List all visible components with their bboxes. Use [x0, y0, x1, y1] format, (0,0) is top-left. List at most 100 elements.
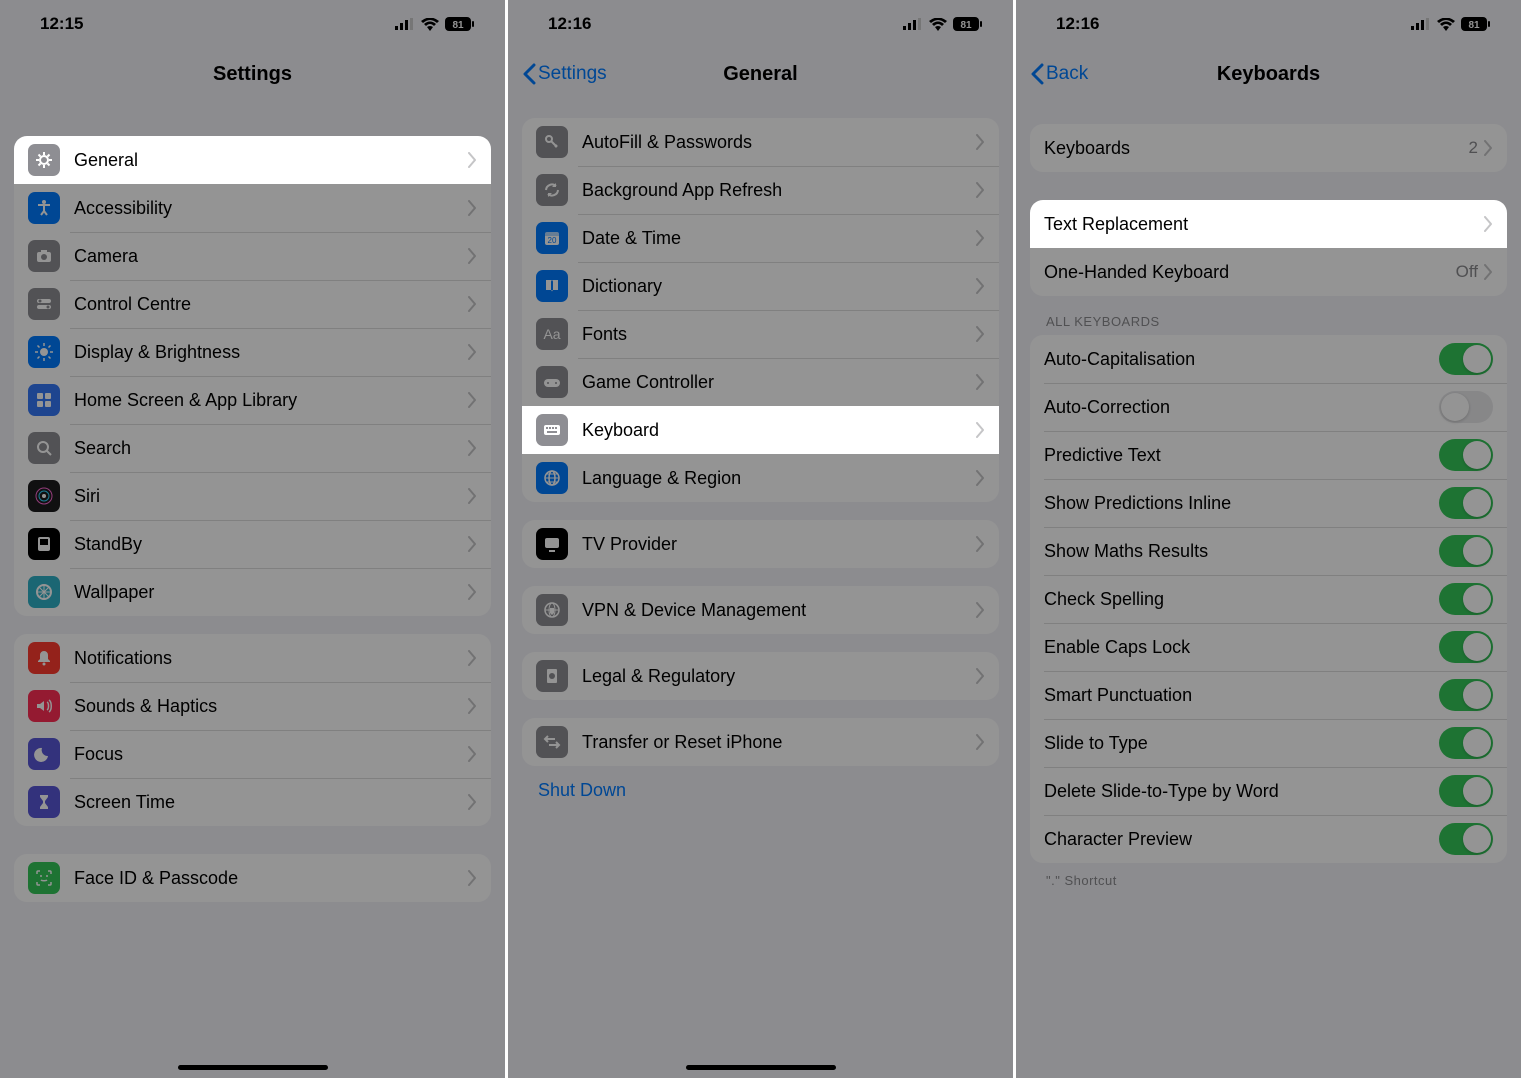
chevron-right-icon	[976, 278, 985, 294]
row-check-spelling: Check Spelling	[1030, 575, 1507, 623]
svg-text:20: 20	[548, 236, 557, 245]
row-label: General	[74, 150, 468, 171]
shortcut-hint: "." Shortcut	[1030, 863, 1507, 894]
row-character-preview: Character Preview	[1030, 815, 1507, 863]
navbar: Settings	[0, 48, 505, 100]
row-background-app-refresh[interactable]: Background App Refresh	[522, 166, 999, 214]
row-one-handed-keyboard[interactable]: One-Handed KeyboardOff	[1030, 248, 1507, 296]
row-notifications[interactable]: Notifications	[14, 634, 491, 682]
toggle-enable-caps-lock[interactable]	[1439, 631, 1493, 663]
chevron-right-icon	[468, 440, 477, 456]
row-label: Background App Refresh	[582, 180, 976, 201]
row-transfer-or-reset-iphone[interactable]: Transfer or Reset iPhone	[522, 718, 999, 766]
row-date-time[interactable]: 20Date & Time	[522, 214, 999, 262]
row-label: One-Handed Keyboard	[1044, 262, 1456, 283]
row-label: Delete Slide-to-Type by Word	[1044, 781, 1439, 802]
row-language-region[interactable]: Language & Region	[522, 454, 999, 502]
row-fonts[interactable]: Aa Fonts	[522, 310, 999, 358]
globe-icon	[536, 462, 568, 494]
row-legal-regulatory[interactable]: Legal & Regulatory	[522, 652, 999, 700]
row-enable-caps-lock: Enable Caps Lock	[1030, 623, 1507, 671]
row-label: Auto-Correction	[1044, 397, 1439, 418]
toggle-auto-correction[interactable]	[1439, 391, 1493, 423]
row-keyboards[interactable]: Keyboards2	[1030, 124, 1507, 172]
row-control-centre[interactable]: Control Centre	[14, 280, 491, 328]
refresh-icon	[536, 174, 568, 206]
toggle-character-preview[interactable]	[1439, 823, 1493, 855]
chevron-right-icon	[1484, 264, 1493, 280]
toggle-check-spelling[interactable]	[1439, 583, 1493, 615]
gear-icon	[28, 144, 60, 176]
row-label: Text Replacement	[1044, 214, 1484, 235]
chevron-right-icon	[976, 326, 985, 342]
switches-icon	[28, 288, 60, 320]
status-icons: 81	[395, 17, 475, 31]
row-label: Keyboards	[1044, 138, 1469, 159]
row-vpn-device-management[interactable]: VPN & Device Management	[522, 586, 999, 634]
back-button[interactable]: Settings	[522, 63, 607, 85]
status-icons: 81	[903, 17, 983, 31]
toggle-show-predictions-inline[interactable]	[1439, 487, 1493, 519]
content-area[interactable]: Keyboards2 Text Replacement One-Handed Ke…	[1016, 100, 1521, 1078]
toggle-smart-punctuation[interactable]	[1439, 679, 1493, 711]
row-search[interactable]: Search	[14, 424, 491, 472]
row-siri[interactable]: Siri	[14, 472, 491, 520]
home-indicator[interactable]	[178, 1065, 328, 1070]
row-label: Screen Time	[74, 792, 468, 813]
row-label: Notifications	[74, 648, 468, 669]
row-tv-provider[interactable]: TV Provider	[522, 520, 999, 568]
row-label: TV Provider	[582, 534, 976, 555]
chevron-right-icon	[468, 152, 477, 168]
row-camera[interactable]: Camera	[14, 232, 491, 280]
back-button[interactable]: Back	[1030, 63, 1088, 85]
row-focus[interactable]: Focus	[14, 730, 491, 778]
phone-settings: 12:15 81 Settings GeneralAccessibilityCa…	[0, 0, 508, 1078]
row-screen-time[interactable]: Screen Time	[14, 778, 491, 826]
row-keyboard[interactable]: Keyboard	[522, 406, 999, 454]
row-label: Fonts	[582, 324, 976, 345]
row-face-id-passcode[interactable]: Face ID & Passcode	[14, 854, 491, 902]
row-label: Accessibility	[74, 198, 468, 219]
transfer-icon	[536, 726, 568, 758]
chevron-right-icon	[468, 698, 477, 714]
chevron-right-icon	[976, 734, 985, 750]
toggle-slide-to-type[interactable]	[1439, 727, 1493, 759]
row-display-brightness[interactable]: Display & Brightness	[14, 328, 491, 376]
content-area[interactable]: General Accessibility CameraControl Centre…	[0, 100, 505, 1078]
toggle-delete-slide-to-type-by-word[interactable]	[1439, 775, 1493, 807]
siri-icon	[28, 480, 60, 512]
toggle-auto-capitalisation[interactable]	[1439, 343, 1493, 375]
row-game-controller[interactable]: Game Controller	[522, 358, 999, 406]
row-standby[interactable]: StandBy	[14, 520, 491, 568]
standby-icon	[28, 528, 60, 560]
shutdown-link[interactable]: Shut Down	[522, 766, 999, 801]
content-area[interactable]: AutoFill & Passwords Background App Refre…	[508, 100, 1013, 1078]
battery-icon: 81	[445, 17, 475, 31]
row-home-screen-app-library[interactable]: Home Screen & App Library	[14, 376, 491, 424]
chevron-right-icon	[468, 870, 477, 886]
chevron-right-icon	[468, 746, 477, 762]
cellular-icon	[903, 18, 923, 30]
row-label: Predictive Text	[1044, 445, 1439, 466]
row-sounds-haptics[interactable]: Sounds & Haptics	[14, 682, 491, 730]
row-dictionary[interactable]: Dictionary	[522, 262, 999, 310]
row-autofill-passwords[interactable]: AutoFill & Passwords	[522, 118, 999, 166]
row-text-replacement[interactable]: Text Replacement	[1030, 200, 1507, 248]
row-accessibility[interactable]: Accessibility	[14, 184, 491, 232]
home-indicator[interactable]	[686, 1065, 836, 1070]
toggle-show-maths-results[interactable]	[1439, 535, 1493, 567]
row-label: Smart Punctuation	[1044, 685, 1439, 706]
chevron-right-icon	[468, 536, 477, 552]
phone-general: 12:16 81 Settings General AutoFill & Pas…	[508, 0, 1016, 1078]
wifi-icon	[421, 18, 439, 31]
status-bar: 12:16 81	[508, 0, 1013, 48]
row-wallpaper[interactable]: Wallpaper	[14, 568, 491, 616]
svg-text:Aa: Aa	[543, 326, 560, 342]
row-label: Character Preview	[1044, 829, 1439, 850]
row-label: Wallpaper	[74, 582, 468, 603]
moon-icon	[28, 738, 60, 770]
row-general[interactable]: General	[14, 136, 491, 184]
row-delete-slide-to-type-by-word: Delete Slide-to-Type by Word	[1030, 767, 1507, 815]
row-auto-correction: Auto-Correction	[1030, 383, 1507, 431]
toggle-predictive-text[interactable]	[1439, 439, 1493, 471]
